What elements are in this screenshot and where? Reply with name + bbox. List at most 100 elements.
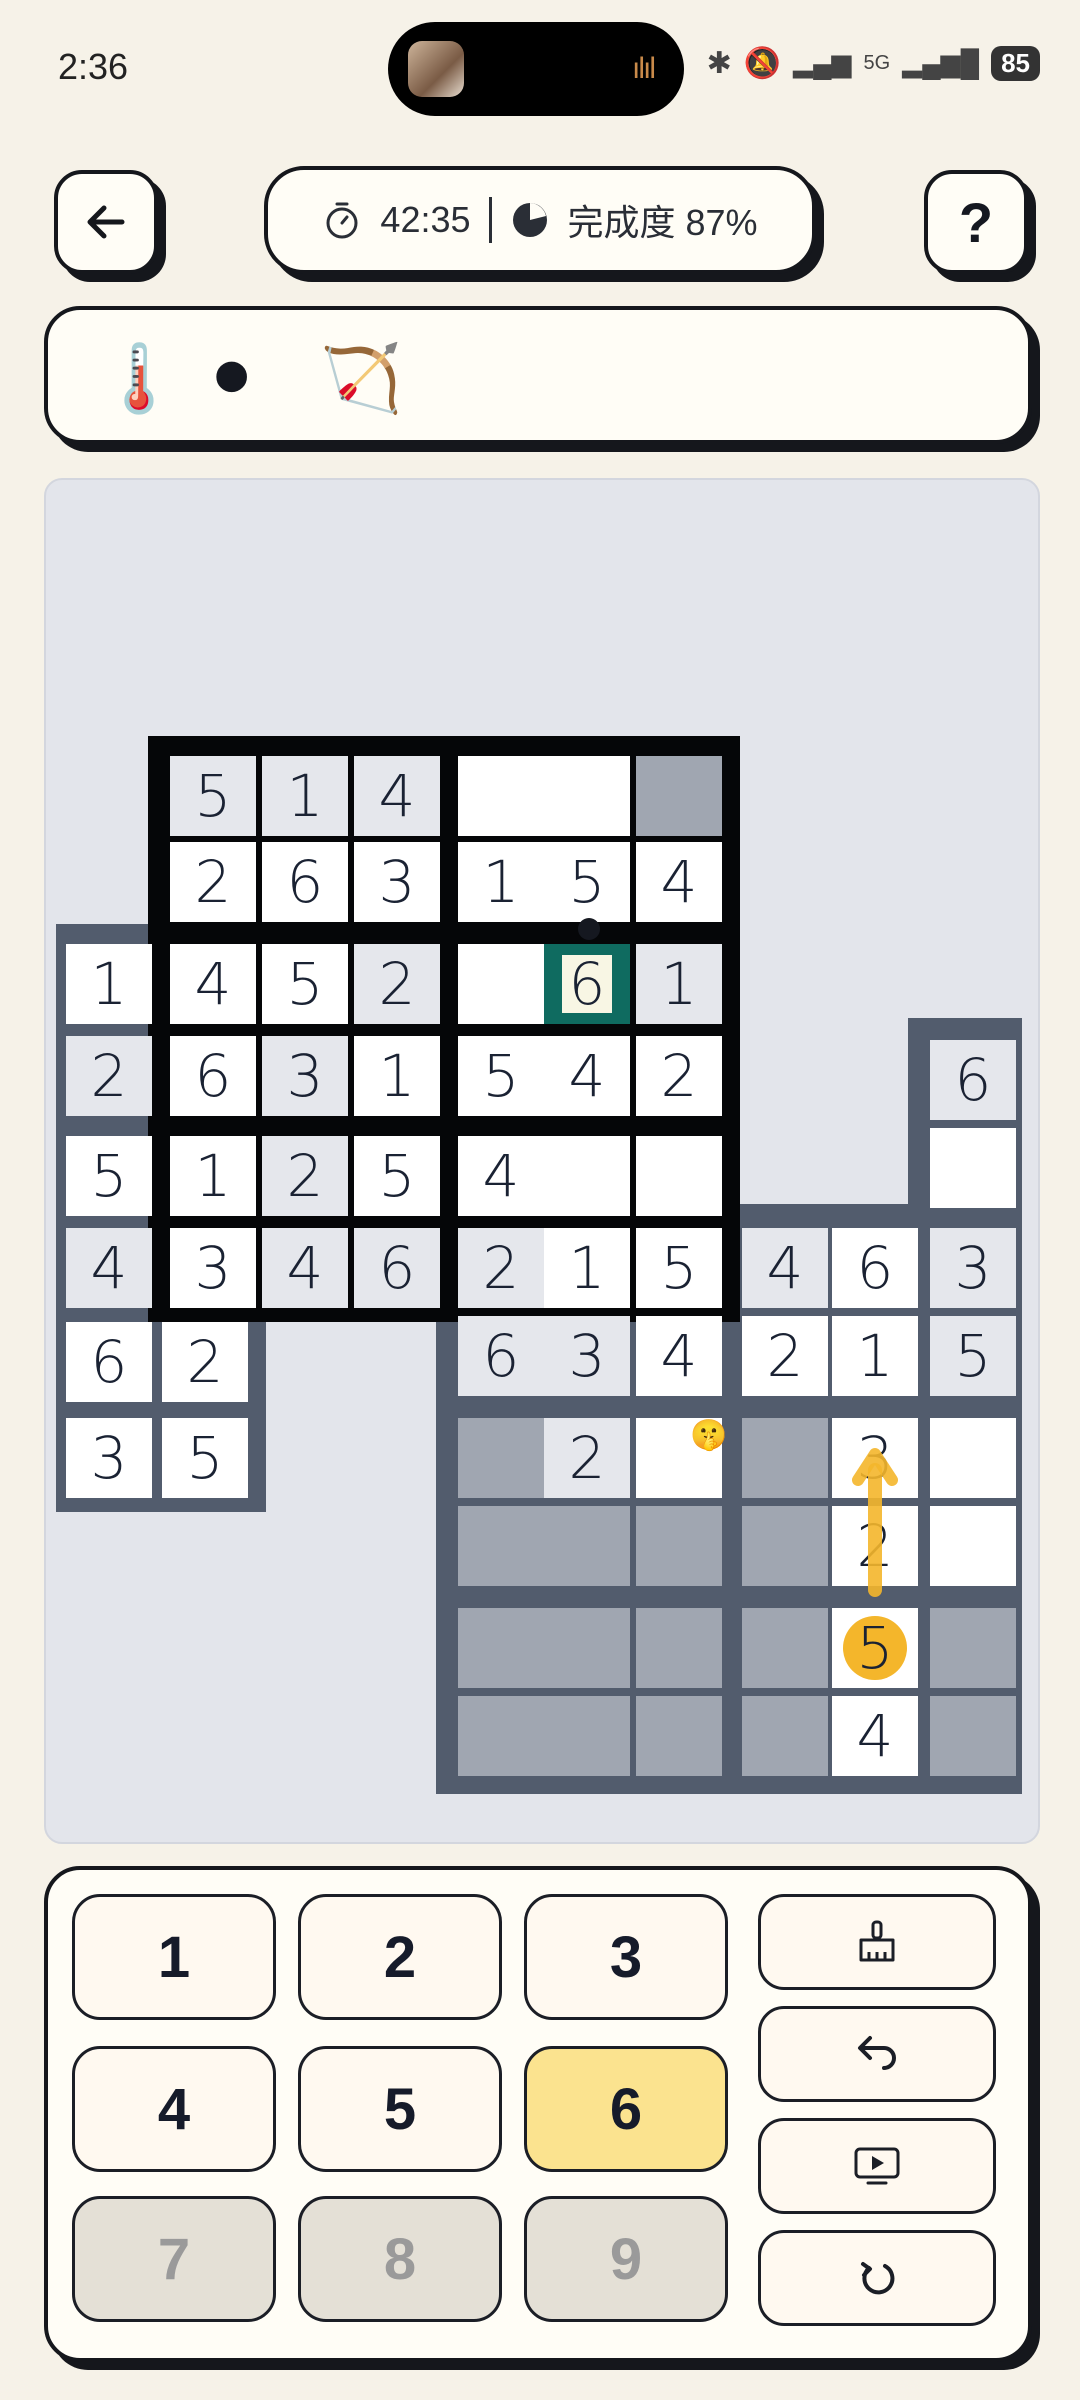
grid-cell[interactable]	[544, 1608, 630, 1688]
grid-cell[interactable]	[742, 1696, 828, 1776]
grid-cell[interactable]	[636, 1136, 722, 1216]
number-keypad: 1 2 3 4 5 6 7 8 9	[44, 1866, 1032, 2362]
help-button[interactable]: ?	[924, 170, 1028, 274]
grid-cell[interactable]: 4	[544, 1036, 630, 1116]
grid-cell[interactable]: 3	[930, 1228, 1016, 1308]
grid-cell[interactable]: 4	[458, 1136, 544, 1216]
grid-cell[interactable]: 2	[262, 1136, 348, 1216]
grid-cell[interactable]: 5	[930, 1316, 1016, 1396]
grid-cell[interactable]	[458, 1608, 544, 1688]
key-8[interactable]: 8	[298, 2196, 502, 2322]
grid-cell[interactable]	[636, 1608, 722, 1688]
grid-cell[interactable]: 3	[170, 1228, 256, 1308]
grid-cell[interactable]: 2	[742, 1316, 828, 1396]
grid-cell[interactable]: 2	[162, 1322, 248, 1402]
grid-cell[interactable]	[636, 756, 722, 836]
grid-cell[interactable]: 5	[162, 1418, 248, 1498]
grid-cell[interactable]	[930, 1506, 1016, 1586]
selected-cell[interactable]: 6	[544, 944, 630, 1024]
bow-arrow-icon[interactable]: 🏹	[320, 340, 402, 418]
grid-cell[interactable]: 6	[832, 1228, 918, 1308]
grid-cell[interactable]: 4	[354, 756, 440, 836]
grid-cell[interactable]: 6	[354, 1228, 440, 1308]
grid-cell[interactable]: 1	[262, 756, 348, 836]
grid-cell[interactable]	[458, 1418, 544, 1498]
back-button[interactable]	[54, 170, 158, 274]
key-7[interactable]: 7	[72, 2196, 276, 2322]
dynamic-island[interactable]: ılıl	[388, 22, 684, 116]
key-4[interactable]: 4	[72, 2046, 276, 2172]
grid-cell[interactable]: 3	[354, 842, 440, 922]
grid-cell[interactable]: 5	[458, 1036, 544, 1116]
grid-cell[interactable]	[742, 1506, 828, 1586]
grid-cell[interactable]: 2	[636, 1036, 722, 1116]
grid-cell[interactable]: 6	[262, 842, 348, 922]
grid-cell[interactable]: 5	[832, 1608, 918, 1688]
grid-cell[interactable]: 1	[636, 944, 722, 1024]
grid-cell[interactable]: 5	[544, 842, 630, 922]
grid-cell[interactable]: 2	[544, 1418, 630, 1498]
grid-cell[interactable]: 4	[66, 1228, 152, 1308]
grid-cell[interactable]	[636, 1506, 722, 1586]
grid-cell[interactable]	[742, 1608, 828, 1688]
grid-cell[interactable]: 3	[544, 1316, 630, 1396]
grid-cell[interactable]	[458, 944, 544, 1024]
grid-cell[interactable]: 2	[354, 944, 440, 1024]
grid-cell[interactable]: 5	[262, 944, 348, 1024]
grid-cell[interactable]	[458, 756, 544, 836]
grid-cell[interactable]	[458, 1506, 544, 1586]
grid-cell[interactable]: 4	[636, 842, 722, 922]
grid-cell[interactable]	[458, 1696, 544, 1776]
grid-cell[interactable]: 3	[66, 1418, 152, 1498]
grid-cell[interactable]	[930, 1128, 1016, 1208]
key-9[interactable]: 9	[524, 2196, 728, 2322]
grid-cell[interactable]: 5	[170, 756, 256, 836]
grid-cell[interactable]: 1	[458, 842, 544, 922]
erase-button[interactable]	[758, 1894, 996, 1990]
arrow-constraint-icon	[852, 1448, 898, 1597]
key-6[interactable]: 6	[524, 2046, 728, 2172]
grid-cell[interactable]: 3	[262, 1036, 348, 1116]
grid-cell[interactable]	[742, 1418, 828, 1498]
key-3[interactable]: 3	[524, 1894, 728, 2020]
grid-cell[interactable]	[930, 1608, 1016, 1688]
grid-cell[interactable]: 2	[458, 1228, 544, 1308]
grid-cell[interactable]	[930, 1696, 1016, 1776]
grid-cell[interactable]	[930, 1418, 1016, 1498]
grid-cell[interactable]	[544, 1506, 630, 1586]
grid-cell[interactable]: 5	[354, 1136, 440, 1216]
grid-cell[interactable]: 2	[170, 842, 256, 922]
undo-button[interactable]	[758, 2006, 996, 2102]
video-hint-button[interactable]	[758, 2118, 996, 2214]
grid-cell[interactable]: 2	[66, 1036, 152, 1116]
arrow-circle-icon: 5	[843, 1614, 907, 1682]
grid-cell[interactable]: 4	[262, 1228, 348, 1308]
grid-cell[interactable]: 4	[742, 1228, 828, 1308]
restart-button[interactable]	[758, 2230, 996, 2326]
black-circle-icon[interactable]: ⚫	[204, 340, 259, 417]
grid-cell[interactable]	[544, 1696, 630, 1776]
timer-value: 42:35	[380, 199, 471, 240]
grid-cell[interactable]: 1	[170, 1136, 256, 1216]
grid-cell[interactable]: 6	[66, 1322, 152, 1402]
grid-cell[interactable]: 6	[170, 1036, 256, 1116]
key-2[interactable]: 2	[298, 1894, 502, 2020]
grid-cell[interactable]: 5	[636, 1228, 722, 1308]
grid-cell[interactable]: 4	[170, 944, 256, 1024]
grid-cell[interactable]: 6	[458, 1316, 544, 1396]
grid-cell[interactable]: 6	[930, 1040, 1016, 1120]
video-play-icon	[854, 2147, 900, 2185]
key-5[interactable]: 5	[298, 2046, 502, 2172]
grid-cell[interactable]: 4	[636, 1316, 722, 1396]
grid-cell[interactable]: 4	[832, 1696, 918, 1776]
grid-cell[interactable]	[636, 1696, 722, 1776]
grid-cell[interactable]: 1	[832, 1316, 918, 1396]
grid-cell[interactable]	[544, 1136, 630, 1216]
thermometer-icon[interactable]: 🌡️	[98, 340, 180, 418]
key-1[interactable]: 1	[72, 1894, 276, 2020]
grid-cell[interactable]: 1	[544, 1228, 630, 1308]
grid-cell[interactable]: 5	[66, 1136, 152, 1216]
grid-cell[interactable]: 1	[66, 944, 152, 1024]
grid-cell[interactable]	[544, 756, 630, 836]
grid-cell[interactable]: 1	[354, 1036, 440, 1116]
